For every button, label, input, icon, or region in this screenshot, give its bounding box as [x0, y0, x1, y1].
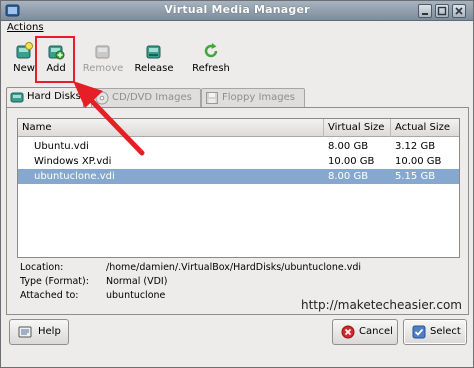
help-button[interactable]: Help — [9, 319, 69, 345]
maximize-button[interactable] — [435, 4, 449, 18]
row-actual-size: 10.00 GB — [395, 156, 442, 167]
cancel-button[interactable]: Cancel — [332, 319, 398, 345]
column-header-actual-size[interactable]: Actual Size — [391, 119, 459, 137]
hard-disk-icon — [10, 92, 24, 103]
refresh-button[interactable]: Refresh — [189, 40, 233, 82]
refresh-icon — [204, 43, 218, 58]
maximize-icon — [437, 6, 447, 16]
tab-hard-disks[interactable]: Hard Disks — [6, 87, 84, 108]
remove-disk-icon — [95, 45, 110, 59]
attached-value: ubuntuclone — [106, 290, 166, 301]
remove-button[interactable]: Remove — [81, 40, 125, 82]
location-value: /home/damien/.VirtualBox/HardDisks/ubunt… — [106, 262, 362, 273]
row-actual-size: 3.12 GB — [395, 141, 436, 152]
minimize-button[interactable] — [418, 4, 432, 18]
row-name: ubuntuclone.vdi — [34, 171, 115, 182]
new-disk-icon — [16, 42, 33, 59]
release-disk-icon — [146, 45, 161, 59]
table-row[interactable]: Ubuntu.vdi 8.00 GB 3.12 GB — [18, 139, 459, 154]
row-virtual-size: 8.00 GB — [328, 171, 369, 182]
column-header-name[interactable]: Name — [18, 119, 324, 137]
row-name: Windows XP.vdi — [34, 156, 112, 167]
row-virtual-size: 8.00 GB — [328, 141, 369, 152]
help-icon — [18, 326, 32, 338]
menu-bar: Actions — [1, 21, 473, 37]
media-tabs: Hard Disks CD/DVD Images Floppy Images — [6, 87, 472, 108]
location-label: Location: — [20, 262, 64, 273]
tab-cd-dvd-images[interactable]: CD/DVD Images — [91, 88, 201, 107]
window-title: Virtual Media Manager — [164, 3, 310, 16]
floppy-icon — [206, 92, 218, 104]
release-button[interactable]: Release — [132, 40, 176, 82]
cd-icon — [95, 91, 109, 105]
close-icon — [455, 7, 463, 15]
table-row[interactable]: Windows XP.vdi 10.00 GB 10.00 GB — [18, 154, 459, 169]
attached-label: Attached to: — [20, 290, 79, 301]
list-header: Name Virtual Size Actual Size — [18, 119, 459, 137]
table-row-selected[interactable]: ubuntuclone.vdi 8.00 GB 5.15 GB — [18, 169, 459, 184]
title-bar[interactable]: Virtual Media Manager — [1, 1, 473, 21]
disk-list[interactable]: Name Virtual Size Actual Size Ubuntu.vdi… — [17, 118, 460, 258]
close-window-button[interactable] — [452, 4, 466, 18]
row-virtual-size: 10.00 GB — [328, 156, 375, 167]
row-name: Ubuntu.vdi — [34, 141, 89, 152]
annotation-highlight-box — [35, 36, 75, 83]
virtual-media-manager-window: Virtual Media Manager Actions New Add Re… — [0, 0, 474, 368]
column-header-virtual-size[interactable]: Virtual Size — [324, 119, 391, 137]
cancel-icon — [341, 325, 355, 339]
menu-actions[interactable]: Actions — [7, 22, 44, 33]
type-value: Normal (VDI) — [106, 276, 168, 287]
select-check-icon — [412, 325, 426, 339]
watermark-url: http://maketecheasier.com — [301, 298, 462, 312]
type-label: Type (Format): — [20, 276, 89, 287]
minimize-icon — [422, 13, 428, 15]
select-button[interactable]: Select — [403, 319, 467, 345]
row-actual-size: 5.15 GB — [395, 171, 436, 182]
tab-floppy-images[interactable]: Floppy Images — [201, 88, 305, 107]
